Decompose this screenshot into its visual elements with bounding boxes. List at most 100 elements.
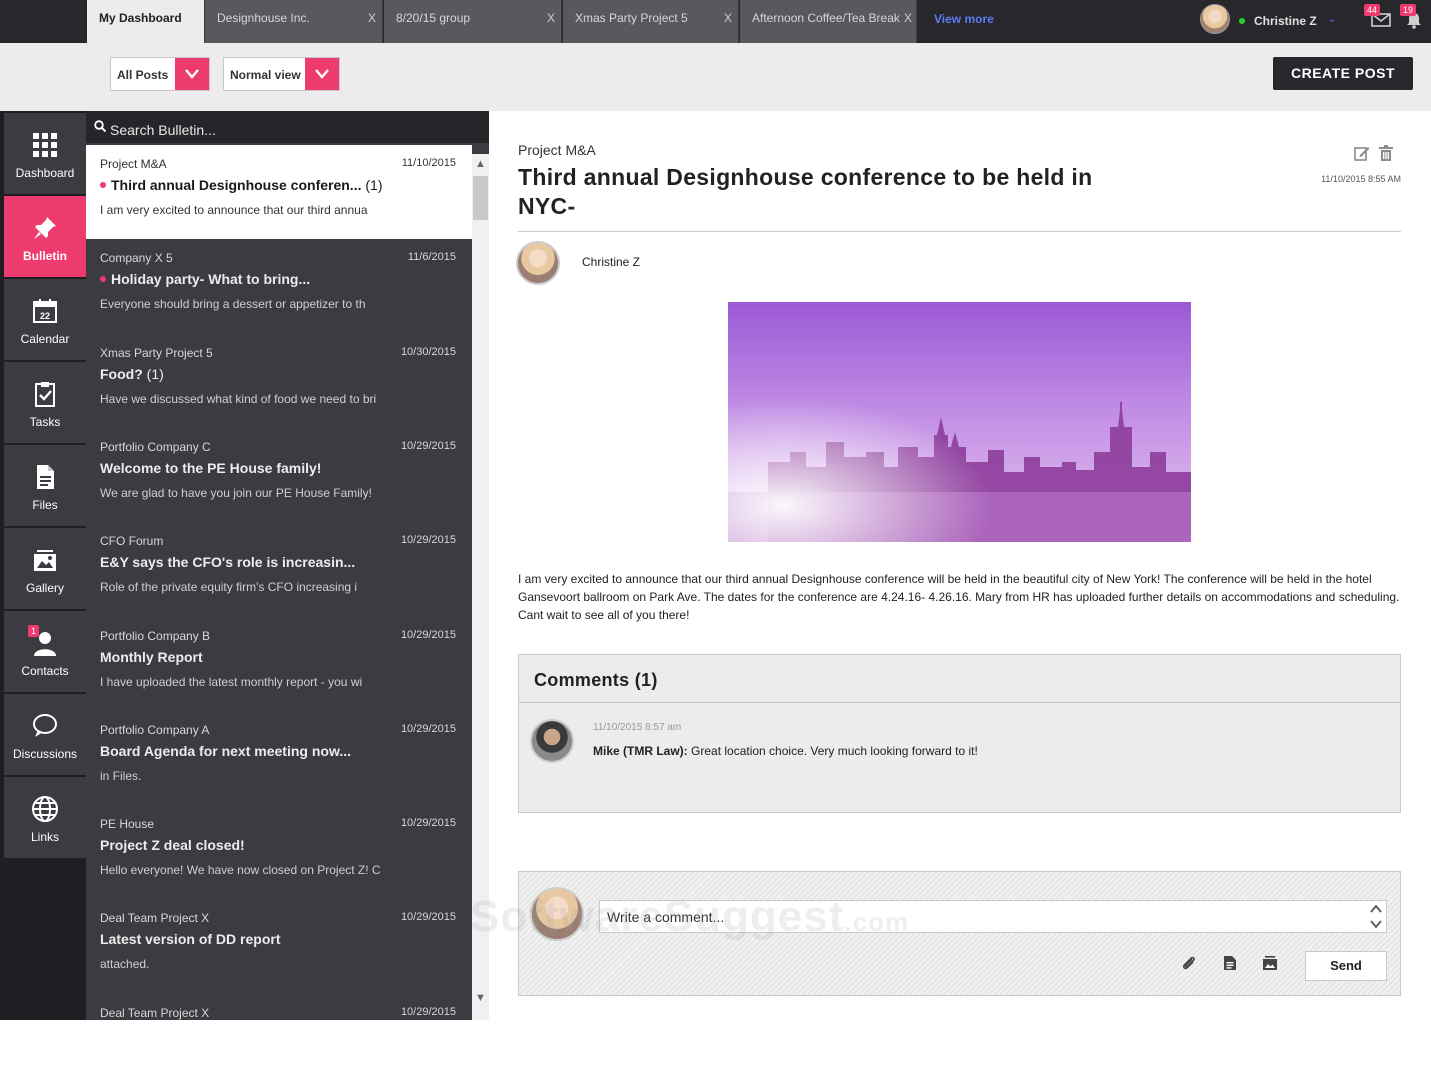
nav-label: Discussions	[12, 747, 78, 761]
post-item-title: Food? (1)	[100, 366, 164, 382]
nav-label: Dashboard	[15, 166, 75, 180]
commenter-avatar[interactable]	[530, 719, 574, 763]
view-mode-dropdown[interactable]: Normal view	[223, 57, 340, 91]
posts-filter-value: All Posts	[117, 68, 169, 82]
send-button[interactable]: Send	[1305, 951, 1387, 981]
close-icon[interactable]: X	[904, 0, 912, 37]
post-item-group: Company X 5	[100, 251, 173, 266]
alerts-badge: 19	[1400, 4, 1417, 16]
post-item-group: Project M&A	[100, 157, 167, 171]
nav-item-contacts[interactable]: 1 Contacts	[4, 611, 86, 692]
search-input[interactable]	[110, 122, 470, 138]
scrollbar[interactable]: ▲ ▼	[472, 154, 489, 1020]
edit-icon[interactable]	[1354, 145, 1370, 161]
file-icon	[37, 465, 54, 489]
tab-8-20-15-group[interactable]: 8/20/15 group X	[384, 0, 562, 43]
nav-item-dashboard[interactable]: Dashboard	[4, 113, 86, 194]
post-item-date: 10/29/2015	[400, 911, 456, 924]
view-more-link[interactable]: View more	[934, 12, 994, 26]
gallery-icon	[34, 550, 56, 571]
tab-afternoon-coffee[interactable]: Afternoon Coffee/Tea Break X	[740, 0, 917, 43]
post-item-date: 10/29/2015	[400, 628, 456, 641]
comments-title: Comments (1)	[534, 670, 658, 690]
paperclip-icon[interactable]	[1181, 955, 1197, 971]
create-post-button[interactable]: CREATE POST	[1273, 57, 1413, 90]
document-icon[interactable]	[1223, 955, 1237, 971]
nav-label: Contacts	[21, 664, 69, 678]
post-item-title-text: Welcome to the PE House family!	[100, 459, 322, 476]
trash-icon[interactable]	[1379, 145, 1393, 161]
nav-item-links[interactable]: Links	[4, 777, 86, 858]
tab-label: Afternoon Coffee/Tea Break	[752, 11, 900, 25]
user-avatar[interactable]	[1200, 4, 1230, 34]
nav-item-tasks[interactable]: Tasks	[4, 362, 86, 443]
divider	[518, 231, 1401, 232]
search-bar	[86, 111, 489, 143]
author-avatar[interactable]	[516, 241, 560, 285]
close-icon[interactable]: X	[724, 0, 732, 37]
resize-arrows-icon[interactable]	[1368, 902, 1384, 931]
post-list-item[interactable]: PE House 10/29/2015 Project Z deal closed!…	[86, 805, 472, 899]
tab-label: Designhouse Inc.	[217, 11, 310, 25]
post-item-excerpt: We are glad to have you join our PE Hous…	[100, 485, 372, 500]
calendar-icon-number: 22	[40, 311, 50, 321]
nav-label: Calendar	[20, 332, 70, 346]
post-item-excerpt: Hello everyone! We have now closed on Pr…	[100, 863, 381, 878]
nav-label: Bulletin	[23, 249, 67, 263]
posts-filter-dropdown[interactable]: All Posts	[110, 57, 210, 91]
post-list-item[interactable]: Project M&A 11/10/2015 Third annual Design…	[86, 145, 472, 239]
post-list-item[interactable]: Xmas Party Project 5 10/30/2015 Food? (1) H…	[86, 334, 472, 428]
post-item-group: Deal Team Project X	[100, 911, 210, 926]
globe-icon	[32, 796, 58, 822]
post-author[interactable]: Christine Z	[582, 255, 640, 269]
tab-my-dashboard[interactable]: My Dashboard	[87, 0, 205, 43]
chevron-down-icon[interactable]	[175, 58, 209, 90]
nav-item-bulletin[interactable]: Bulletin	[4, 196, 86, 277]
gallery-icon[interactable]	[1262, 955, 1278, 971]
chevron-down-icon[interactable]	[305, 58, 339, 90]
post-list-item[interactable]: Company X 5 11/6/2015 Holiday party- What …	[86, 239, 472, 333]
post-list-item[interactable]: Portfolio Company A 10/29/2015 Board Agend…	[86, 711, 472, 805]
post-item-date: 10/29/2015	[400, 1005, 456, 1018]
nav-item-gallery[interactable]: Gallery	[4, 528, 86, 609]
comment-author[interactable]: Mike (TMR Law):	[593, 744, 688, 758]
post-item-title: Latest version of DD report	[100, 931, 280, 947]
post-item-group: Deal Team Project X	[100, 1005, 210, 1020]
post-title: Third annual Designhouse conference to b…	[518, 164, 1093, 219]
post-item-title: E&Y says the CFO's role is increasin...	[100, 554, 355, 570]
post-item-title: Monthly Report	[100, 649, 203, 665]
tab-xmas-party-project-5[interactable]: Xmas Party Project 5 X	[563, 0, 739, 43]
comment-message: Great location choice. Very much looking…	[691, 744, 978, 758]
watermark-suffix: .com	[844, 907, 910, 937]
post-item-date: 10/29/2015	[400, 439, 456, 452]
nav-item-calendar[interactable]: 22 Calendar	[4, 279, 86, 360]
tab-designhouse-inc[interactable]: Designhouse Inc. X	[205, 0, 383, 43]
unread-dot-icon	[100, 276, 106, 283]
comment-text: Mike (TMR Law): Great location choice. V…	[593, 744, 978, 758]
post-item-date: 11/10/2015	[401, 157, 456, 169]
user-name[interactable]: Christine Z	[1254, 14, 1317, 28]
post-list-item[interactable]: Deal Team Project X 10/29/2015 Latest vers…	[86, 899, 472, 993]
post-list-item[interactable]: Deal Team Project X 10/29/2015	[86, 994, 472, 1088]
chevron-down-icon[interactable]: ⌄	[1328, 14, 1336, 25]
post-item-group: CFO Forum	[100, 534, 164, 549]
post-item-excerpt: Everyone should bring a dessert or appet…	[100, 297, 366, 312]
clipboard-check-icon	[35, 382, 55, 407]
nav-label: Gallery	[25, 581, 64, 595]
scroll-up-icon[interactable]: ▲	[475, 158, 486, 170]
nav-item-discussions[interactable]: Discussions	[4, 694, 86, 775]
close-icon[interactable]: X	[547, 0, 555, 37]
post-list-item[interactable]: CFO Forum 10/29/2015 E&Y says the CFO's ro…	[86, 522, 472, 616]
scrollbar-thumb[interactable]	[473, 176, 488, 220]
post-list-item[interactable]: Portfolio Company C 10/29/2015 Welcome to …	[86, 428, 472, 522]
close-icon[interactable]: X	[368, 0, 376, 37]
post-item-title: Holiday party- What to bring...	[100, 271, 310, 287]
scroll-down-icon[interactable]: ▼	[475, 992, 486, 1004]
post-item-excerpt: I am very excited to announce that our t…	[100, 203, 368, 217]
top-tab-bar: My Dashboard Designhouse Inc. X 8/20/15 …	[0, 0, 1431, 43]
nav-item-files[interactable]: Files	[4, 445, 86, 526]
post-item-excerpt: Role of the private equity firm's CFO in…	[100, 580, 358, 595]
post-image	[728, 302, 1191, 542]
post-list-item[interactable]: Portfolio Company B 10/29/2015 Monthly Rep…	[86, 617, 472, 711]
post-item-group: Xmas Party Project 5	[100, 345, 213, 360]
